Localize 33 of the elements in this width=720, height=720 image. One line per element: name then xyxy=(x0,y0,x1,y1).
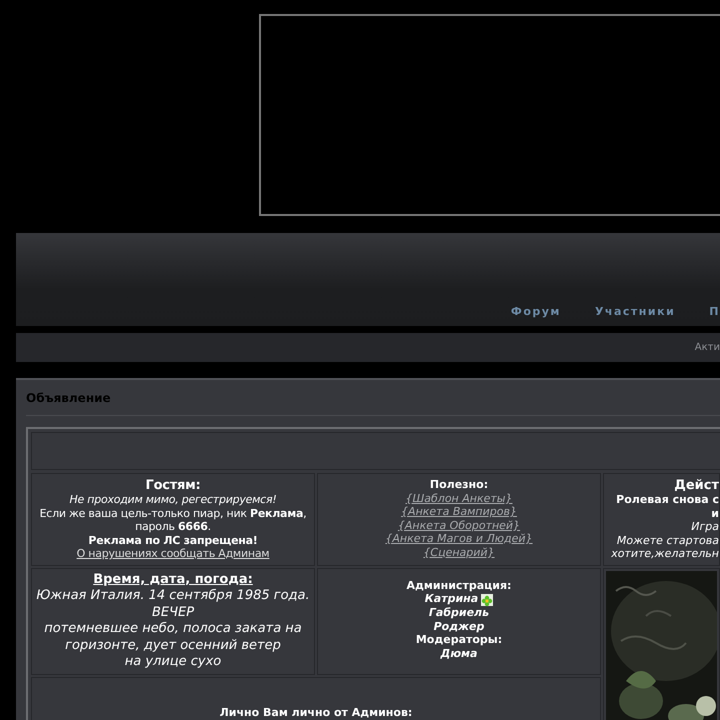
staff-heading: Модераторы: xyxy=(414,633,504,646)
notice-text: Ролевая снова с xyxy=(615,493,719,506)
notice-text: Игра xyxy=(690,520,719,534)
staff-name: Роджер xyxy=(434,620,484,632)
staff-heading: Администрация: xyxy=(406,578,512,592)
useful-link[interactable]: {Анкета Вампиров} xyxy=(322,505,596,518)
useful-link[interactable]: {Шаблон Анкеты} xyxy=(322,492,596,505)
notice-text: Если же ваша цель-только пиар, ник Реклама, пароль 6666. xyxy=(38,506,308,534)
notice-text: хотите,желательн xyxy=(610,547,719,560)
staff-name: Дюма xyxy=(440,646,478,660)
panel-title: Объявление xyxy=(26,389,720,416)
time-text: Южная Италия. 14 сентября 1985 года. xyxy=(36,588,310,604)
cell-heading: Гостям: xyxy=(144,478,202,493)
notice-link[interactable]: О нарушениях сообщать Админам xyxy=(34,547,312,560)
nav-link[interactable]: Участники xyxy=(594,304,676,320)
nav-link[interactable]: П xyxy=(709,304,720,320)
cell-heading: Полезно: xyxy=(428,478,490,492)
sub-bar-text: Акти xyxy=(694,341,720,355)
notice-text: Не проходим мимо, регестрируемся! xyxy=(68,493,278,506)
useful-link[interactable]: {Анкета Магов и Людей} xyxy=(322,532,596,546)
time-text: на улице сухо xyxy=(124,654,222,670)
nav-link[interactable]: Форум xyxy=(510,304,561,320)
useful-link[interactable]: {Анкета Оборотней} xyxy=(322,518,596,532)
staff-name: Габриель xyxy=(428,606,490,619)
time-text: ВЕЧЕР xyxy=(150,604,196,621)
cell-heading: Дейст xyxy=(673,478,719,493)
useful-link[interactable]: {Сценарий} xyxy=(322,546,596,559)
cell-heading: Время, дата, погода: xyxy=(92,572,254,588)
cell-heading: Лично Вам лично от Админов: xyxy=(220,706,412,719)
notice-text: и xyxy=(710,506,719,520)
staff-name: Катрина xyxy=(424,592,478,605)
notice-text: Можете стартова xyxy=(616,534,719,547)
notice-text: Реклама по ЛС запрещена! xyxy=(87,534,259,547)
